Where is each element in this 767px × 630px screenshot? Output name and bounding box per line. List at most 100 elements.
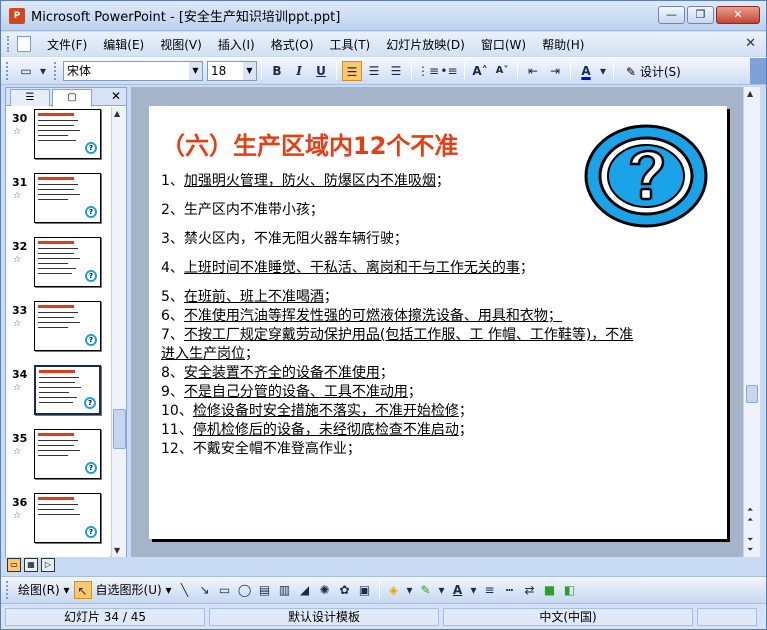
slide-thumbnail[interactable]: ? — [34, 429, 101, 479]
slide-canvas[interactable]: （六）生产区域内12个不准 1、加强明火管理，防火、防爆区内不准吸烟； 2、生产… — [149, 106, 727, 539]
slide-thumbnail[interactable]: ? — [34, 493, 101, 543]
menu-slideshow[interactable]: 幻灯片放映(D) — [378, 34, 473, 55]
font-color-icon[interactable]: A — [576, 61, 596, 81]
vertical-text-box-icon[interactable]: ▥ — [276, 581, 294, 599]
thumbnail-item[interactable]: 33 ☆ ? — [6, 299, 110, 357]
line-style-icon[interactable]: ≡ — [481, 581, 499, 599]
slide-thumbnail[interactable]: ? — [34, 109, 101, 159]
scrollbar-thumb[interactable] — [746, 385, 758, 403]
align-left-icon[interactable]: ☰ — [342, 61, 362, 81]
menu-format[interactable]: 格式(O) — [263, 34, 322, 55]
design-button[interactable]: ✎ 设计(S) — [622, 63, 685, 80]
scroll-down-icon[interactable]: ▼ — [114, 546, 120, 555]
slide-scrollbar[interactable]: ▲ ⏶ ⏶ ⏷ ⏷ — [743, 87, 760, 557]
wordart-icon[interactable]: ◢ — [296, 581, 314, 599]
rectangle-icon[interactable]: ▭ — [216, 581, 234, 599]
close-button[interactable]: ✕ — [716, 6, 760, 24]
thumbnail-item[interactable]: 31 ☆ ? — [6, 171, 110, 229]
slide-title[interactable]: （六）生产区域内12个不准 — [161, 126, 458, 161]
thumbnail-item[interactable]: 32 ☆ ? — [6, 235, 110, 293]
shadow-style-icon[interactable]: ■ — [541, 581, 559, 599]
thumbnail-item[interactable]: 30 ☆ ? — [6, 107, 110, 165]
select-pointer-icon[interactable]: ↖ — [73, 580, 92, 599]
status-template[interactable]: 默认设计模板 — [209, 607, 439, 626]
arrow-style-icon[interactable]: ⇄ — [521, 581, 539, 599]
menu-grip[interactable] — [7, 36, 11, 52]
restore-button[interactable]: ❐ — [687, 6, 714, 24]
scroll-up-icon[interactable]: ▲ — [114, 109, 120, 118]
line-icon[interactable]: ╲ — [176, 581, 194, 599]
next-slide-icon[interactable]: ⏷ ⏷ — [747, 535, 753, 555]
dash-style-icon[interactable]: ┅ — [501, 581, 519, 599]
chevron-down-icon[interactable]: ▾ — [469, 581, 479, 599]
menu-window[interactable]: 窗口(W) — [473, 34, 534, 55]
bulleted-list-icon[interactable]: •≡ — [439, 61, 459, 81]
bold-button[interactable]: B — [267, 61, 287, 81]
menu-edit[interactable]: 编辑(E) — [95, 34, 152, 55]
increase-font-size-icon[interactable]: A˄ — [470, 61, 490, 81]
menu-file[interactable]: 文件(F) — [39, 34, 95, 55]
decrease-font-size-icon[interactable]: A˅ — [492, 61, 512, 81]
decrease-indent-icon[interactable]: ⇤ — [523, 61, 543, 81]
powerpoint-app-icon[interactable]: P — [9, 7, 25, 24]
thumbnail-item[interactable]: 36 ☆ ? — [6, 491, 110, 549]
toolbar-options-end[interactable] — [750, 58, 766, 84]
scroll-up-icon[interactable]: ▲ — [747, 89, 753, 99]
slide-body-text[interactable]: 1、加强明火管理，防火、防爆区内不准吸烟； 2、生产区内不准带小孩； 3、禁火区… — [161, 172, 723, 459]
italic-button[interactable]: I — [289, 61, 309, 81]
3d-style-icon[interactable]: ◧ — [561, 581, 579, 599]
numbered-list-icon[interactable]: ⋮≡ — [417, 61, 439, 81]
toolbar-options-icon[interactable]: ▾ — [38, 61, 48, 81]
toolbar-grip[interactable] — [6, 580, 10, 599]
arrow-icon[interactable]: ↘ — [196, 581, 214, 599]
tab-slides[interactable]: ▢ — [52, 89, 92, 107]
fill-color-icon[interactable]: ◈ — [385, 581, 403, 599]
chevron-down-icon[interactable]: ▾ — [437, 581, 447, 599]
font-name-select[interactable]: 宋体 ▼ — [63, 61, 203, 81]
panel-close-icon[interactable]: ✕ — [111, 89, 121, 103]
previous-slide-icon[interactable]: ⏶ ⏶ — [747, 505, 753, 525]
tab-outline[interactable]: ☰ — [10, 89, 50, 106]
chevron-down-icon[interactable]: ▾ — [598, 61, 608, 81]
menu-tools[interactable]: 工具(T) — [322, 34, 379, 55]
slides-icon: ▢ — [67, 92, 77, 103]
document-close-icon[interactable]: ✕ — [745, 36, 756, 51]
text-box-icon[interactable]: ▤ — [256, 581, 274, 599]
slide-thumbnail[interactable]: ? — [34, 237, 101, 287]
menu-view[interactable]: 视图(V) — [152, 34, 210, 55]
thumbnail-list: 30 ☆ ? 31 ☆ ? 32 ☆ ? 33 ☆ ? 34 ☆ ? 35 ☆ … — [6, 107, 110, 557]
draw-menu-button[interactable]: 绘图(R) ▾ — [15, 581, 73, 598]
autoshapes-button[interactable]: 自选图形(U) ▾ — [93, 581, 175, 598]
slideshow-view-icon[interactable]: ▷ — [41, 558, 55, 572]
slide-thumbnail[interactable]: ? — [34, 301, 101, 351]
diagram-icon[interactable]: ✺ — [316, 581, 334, 599]
thumbnail-item-selected[interactable]: 34 ☆ ? — [6, 363, 110, 421]
normal-view-icon[interactable]: ▭ — [7, 558, 21, 572]
new-document-icon[interactable]: ▭ — [16, 61, 36, 81]
align-right-icon[interactable]: ☰ — [386, 61, 406, 81]
chevron-down-icon[interactable]: ▼ — [189, 62, 202, 80]
underline-button[interactable]: U — [311, 61, 331, 81]
scrollbar-thumb[interactable] — [113, 409, 126, 449]
font-size-select[interactable]: 18 ▼ — [207, 61, 257, 81]
picture-icon[interactable]: ▣ — [356, 581, 374, 599]
toolbar-grip-2[interactable] — [54, 62, 58, 80]
menu-help[interactable]: 帮助(H) — [534, 34, 592, 55]
thumbnail-item[interactable]: 35 ☆ ? — [6, 427, 110, 485]
font-color-icon[interactable]: A — [449, 581, 467, 599]
document-icon[interactable] — [17, 36, 31, 52]
slide-sorter-view-icon[interactable]: ▦ — [24, 558, 38, 572]
chevron-down-icon[interactable]: ▾ — [405, 581, 415, 599]
increase-indent-icon[interactable]: ⇥ — [545, 61, 565, 81]
line-color-icon[interactable]: ✎ — [417, 581, 435, 599]
oval-icon[interactable]: ◯ — [236, 581, 254, 599]
slide-thumbnail[interactable]: ? — [34, 173, 101, 223]
minimize-button[interactable]: — — [658, 6, 685, 24]
clip-art-icon[interactable]: ✿ — [336, 581, 354, 599]
toolbar-grip[interactable] — [6, 62, 10, 80]
slide-thumbnail[interactable]: ? — [34, 365, 101, 415]
panel-scrollbar[interactable]: ▲ ▼ — [111, 107, 126, 557]
chevron-down-icon[interactable]: ▼ — [243, 62, 256, 80]
align-center-icon[interactable]: ☰ — [364, 61, 384, 81]
menu-insert[interactable]: 插入(I) — [210, 34, 263, 55]
